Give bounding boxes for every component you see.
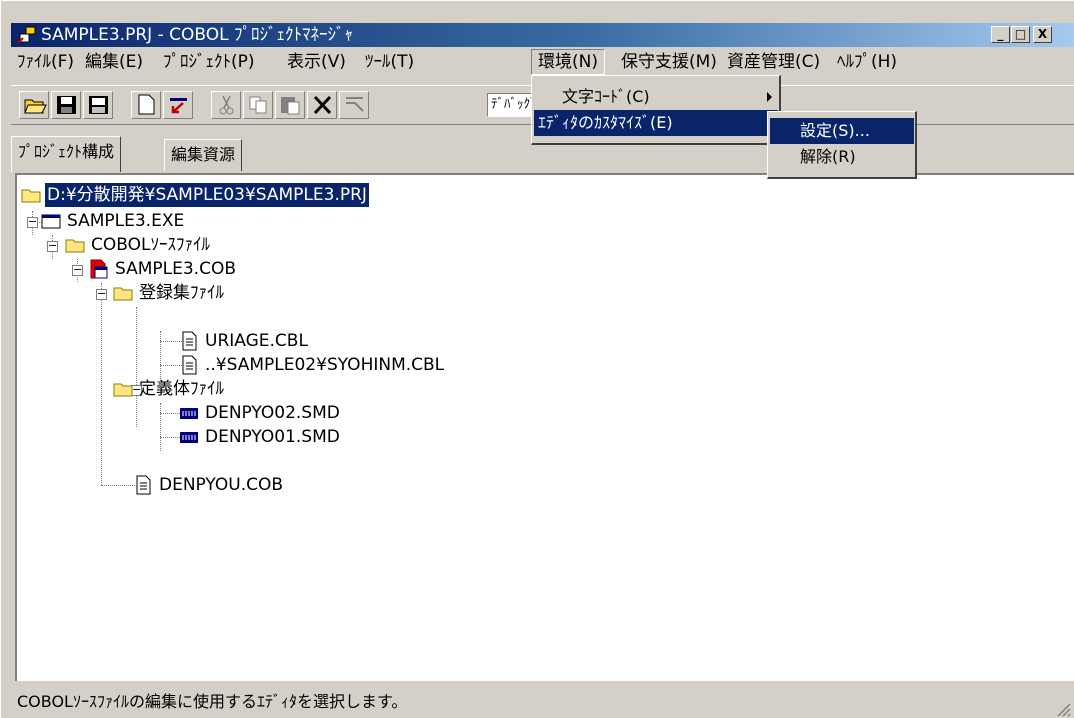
expand-toggle[interactable]: − <box>27 216 38 228</box>
menu-view[interactable]: 表示(V) <box>281 49 352 75</box>
node-label: 登録集ﾌｧｲﾙ <box>139 283 224 303</box>
tree-line <box>101 485 135 486</box>
save-all-button[interactable] <box>83 91 113 119</box>
import-button[interactable] <box>163 91 193 119</box>
expand-toggle[interactable]: − <box>72 264 83 276</box>
tree-line <box>136 307 137 427</box>
tree-node-source-folder[interactable]: COBOLｿｰｽﾌｧｲﾙ <box>65 233 465 257</box>
expand-toggle[interactable]: − <box>47 240 58 252</box>
save-button[interactable] <box>51 91 81 119</box>
cobol-source-icon <box>90 259 108 279</box>
delete-icon <box>313 95 332 115</box>
cut-icon <box>219 95 234 115</box>
tree-node-denpyo02-smd[interactable]: DENPYO02.SMD <box>179 401 579 425</box>
expand-toggle[interactable]: − <box>96 288 107 300</box>
save-all-icon <box>89 96 108 114</box>
open-icon <box>24 99 47 114</box>
folder-icon <box>21 189 41 203</box>
new-icon <box>138 94 155 115</box>
menu-item-settings[interactable]: 設定(S)... <box>770 118 914 144</box>
node-label: SAMPLE3.EXE <box>67 211 185 231</box>
delete-button[interactable] <box>307 91 337 119</box>
node-label: DENPYO02.SMD <box>205 403 340 423</box>
tree-node-project-root[interactable]: D:¥分散開発¥SAMPLE03¥SAMPLE3.PRJ <box>21 182 621 208</box>
application-window: SAMPLE3.PRJ - COBOL ﾌﾟﾛｼﾞｪｸﾄﾏﾈｰｼﾞｬ _ □ X… <box>0 0 1074 718</box>
screen-definition-icon <box>180 408 198 419</box>
folder-icon <box>65 239 85 253</box>
node-label: 定義体ﾌｧｲﾙ <box>139 379 224 399</box>
cut-button[interactable] <box>211 91 241 119</box>
tree-node-syohinm-cbl[interactable]: ..¥SAMPLE02¥SYOHINM.CBL <box>179 353 579 377</box>
new-button[interactable] <box>131 91 161 119</box>
node-label: ..¥SAMPLE02¥SYOHINM.CBL <box>205 355 445 375</box>
minimize-button[interactable]: _ <box>991 26 1010 43</box>
node-label: DENPYO01.SMD <box>205 427 340 447</box>
menu-item-label: 文字ｺｰﾄﾞ(C) <box>562 87 650 106</box>
status-bar: COBOLｿｰｽﾌｧｲﾙの編集に使用するｴﾃﾞｨﾀを選択します。 <box>11 685 1074 718</box>
tree-line <box>101 283 102 485</box>
open-button[interactable] <box>19 91 49 119</box>
folder-icon <box>113 383 133 397</box>
document-icon <box>182 355 197 375</box>
menu-maintenance[interactable]: 保守支援(M) <box>615 49 723 75</box>
node-label: SAMPLE3.COB <box>115 259 237 279</box>
import-icon <box>170 98 187 114</box>
tree-node-denpyou-cob[interactable]: DENPYOU.COB <box>133 473 533 497</box>
compile-button[interactable] <box>339 91 369 119</box>
project-tree[interactable]: − − − − − D:¥分散開発¥SAMPLE03¥SAMPLE3.PRJ S… <box>15 173 1074 681</box>
menu-item-editor-customize[interactable]: ｴﾃﾞｨﾀのｶｽﾀﾏｲｽﾞ(E) <box>534 110 778 136</box>
node-label: URIAGE.CBL <box>205 331 308 351</box>
project-manager-icon <box>17 26 36 44</box>
submenu-arrow-icon <box>767 92 772 102</box>
tree-node-copybook-folder[interactable]: 登録集ﾌｧｲﾙ <box>113 281 513 305</box>
tab-strip: ﾌﾟﾛｼﾞｪｸﾄ構成 編集資源 <box>11 136 531 172</box>
compile-icon <box>346 97 364 112</box>
tree-line <box>160 331 161 379</box>
menu-item-label: ｴﾃﾞｨﾀのｶｽﾀﾏｲｽﾞ(E) <box>538 113 673 132</box>
menu-item-release[interactable]: 解除(R) <box>770 144 914 170</box>
window-title: SAMPLE3.PRJ - COBOL ﾌﾟﾛｼﾞｪｸﾄﾏﾈｰｼﾞｬ <box>41 25 353 45</box>
node-label: COBOLｿｰｽﾌｧｲﾙ <box>91 235 210 255</box>
paste-button[interactable] <box>275 91 305 119</box>
tree-node-sample3-cob[interactable]: SAMPLE3.COB <box>89 257 489 281</box>
save-icon <box>57 96 76 114</box>
menu-tools[interactable]: ﾂｰﾙ(T) <box>359 49 420 75</box>
tab-project-structure[interactable]: ﾌﾟﾛｼﾞｪｸﾄ構成 <box>11 136 122 172</box>
maximize-button[interactable]: □ <box>1011 26 1030 43</box>
node-label: D:¥分散開発¥SAMPLE03¥SAMPLE3.PRJ <box>44 182 370 208</box>
customize-submenu: 設定(S)... 解除(R) <box>767 111 917 179</box>
tree-line <box>160 403 161 451</box>
resize-grip-icon[interactable] <box>1055 701 1071 717</box>
menu-edit[interactable]: 編集(E) <box>79 49 149 75</box>
menu-bar: ﾌｧｲﾙ(F) 編集(E) ﾌﾟﾛｼﾞｪｸﾄ(P) 表示(V) ﾂｰﾙ(T) 環… <box>11 49 1074 75</box>
status-text: COBOLｿｰｽﾌｧｲﾙの編集に使用するｴﾃﾞｨﾀを選択します。 <box>17 692 408 711</box>
copy-icon <box>249 96 267 114</box>
menu-file[interactable]: ﾌｧｲﾙ(F) <box>11 49 80 75</box>
title-bar[interactable]: SAMPLE3.PRJ - COBOL ﾌﾟﾛｼﾞｪｸﾄﾏﾈｰｼﾞｬ _ □ X <box>11 23 1074 47</box>
paste-icon <box>281 97 300 115</box>
environment-menu: 文字ｺｰﾄﾞ(C) ｴﾃﾞｨﾀのｶｽﾀﾏｲｽﾞ(E) <box>531 75 781 145</box>
tree-node-uriage-cbl[interactable]: URIAGE.CBL <box>179 329 579 353</box>
menu-help[interactable]: ﾍﾙﾌﾟ(H) <box>831 49 903 75</box>
tree-node-exe[interactable]: SAMPLE3.EXE <box>41 209 441 233</box>
document-icon <box>182 331 197 351</box>
screen-definition-icon <box>180 432 198 443</box>
tab-edit-resources[interactable]: 編集資源 <box>164 139 243 171</box>
copy-button[interactable] <box>243 91 273 119</box>
folder-icon <box>113 287 133 301</box>
node-label: DENPYOU.COB <box>159 475 284 495</box>
menu-environment[interactable]: 環境(N) <box>531 49 605 75</box>
menu-project[interactable]: ﾌﾟﾛｼﾞｪｸﾄ(P) <box>157 49 261 75</box>
close-button[interactable]: X <box>1033 26 1052 43</box>
tree-node-denpyo01-smd[interactable]: DENPYO01.SMD <box>179 425 579 449</box>
document-icon <box>136 475 151 495</box>
tree-node-screen-def-folder[interactable]: 定義体ﾌｧｲﾙ <box>113 377 513 401</box>
menu-item-char-code[interactable]: 文字ｺｰﾄﾞ(C) <box>534 84 778 110</box>
menu-assets[interactable]: 資産管理(C) <box>721 49 826 75</box>
executable-icon <box>41 214 61 229</box>
